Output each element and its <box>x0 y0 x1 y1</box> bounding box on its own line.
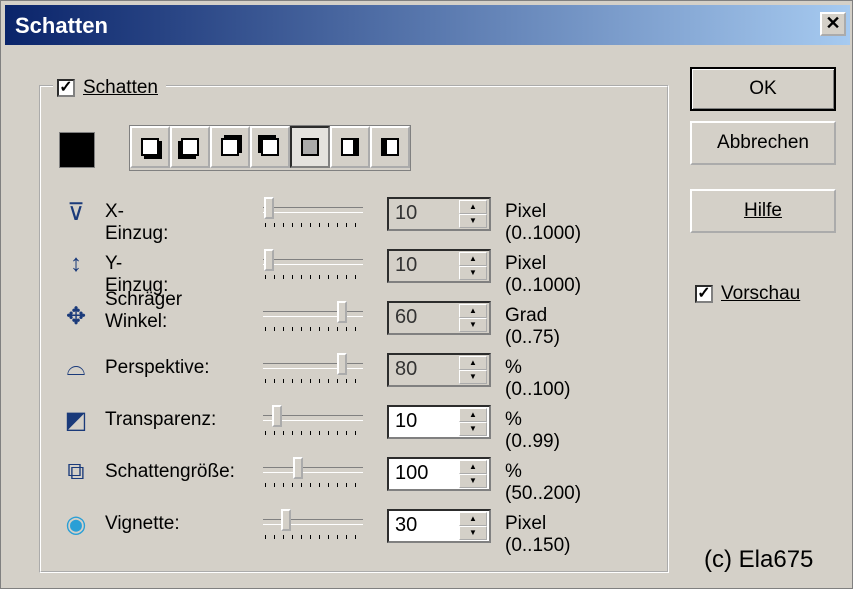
angle-unit: Grad (0..75) <box>505 305 560 348</box>
vignette-slider[interactable] <box>263 509 367 543</box>
shadow-top-left-button[interactable] <box>250 126 290 168</box>
angle-spinbox[interactable]: 60 ▲ ▼ <box>387 301 491 335</box>
shadow-perspective-right-button[interactable] <box>330 126 370 168</box>
x-offset-spinbox[interactable]: 10 ▲ ▼ <box>387 197 491 231</box>
shadow-top-left-icon <box>261 138 279 156</box>
shadow-center-icon <box>301 138 319 156</box>
slider-ticks <box>265 379 361 383</box>
spin-up-button[interactable]: ▲ <box>459 356 487 370</box>
shadow-perspective-left-icon <box>381 138 399 156</box>
angle-label: Schräger Winkel: <box>105 289 183 332</box>
slider-thumb[interactable] <box>337 353 347 375</box>
slider-thumb[interactable] <box>337 301 347 323</box>
slider-thumb[interactable] <box>281 509 291 531</box>
y-offset-unit: Pixel (0..1000) <box>505 253 582 296</box>
slider-ticks <box>265 327 361 331</box>
spin-up-button[interactable]: ▲ <box>459 252 487 266</box>
title-bar: Schatten ✕ <box>5 5 850 45</box>
slider-thumb[interactable] <box>264 249 274 271</box>
close-button[interactable]: ✕ <box>820 12 846 36</box>
slider-ticks <box>265 223 361 227</box>
x-offset-label: X-Einzug: <box>105 201 169 244</box>
vignette-unit: Pixel (0..150) <box>505 513 571 556</box>
shadow-top-right-button[interactable] <box>210 126 250 168</box>
shadow-top-right-icon <box>221 138 239 156</box>
slider-track <box>263 311 363 317</box>
spin-down-button[interactable]: ▼ <box>459 422 487 436</box>
angle-slider[interactable] <box>263 301 367 335</box>
shadow-size-unit: % (50..200) <box>505 461 582 504</box>
preview-option: ✓ Vorschau <box>695 283 800 305</box>
shadow-bottom-left-icon <box>181 138 199 156</box>
spin-up-button[interactable]: ▲ <box>459 460 487 474</box>
slider-ticks <box>265 431 361 435</box>
ok-button[interactable]: OK <box>690 67 836 111</box>
spin-down-button[interactable]: ▼ <box>459 370 487 384</box>
slider-thumb[interactable] <box>272 405 282 427</box>
y-offset-spinbox[interactable]: 10 ▲ ▼ <box>387 249 491 283</box>
spin-down-button[interactable]: ▼ <box>459 318 487 332</box>
shadow-color-swatch[interactable] <box>59 132 95 168</box>
shadow-perspective-right-icon <box>341 138 359 156</box>
watermark-text: (c) Ela675 <box>704 546 814 573</box>
slider-track <box>263 363 363 369</box>
slider-track <box>263 207 363 213</box>
shadow-size-label: Schattengröße: <box>105 461 235 482</box>
shadow-perspective-left-button[interactable] <box>370 126 410 168</box>
slider-ticks <box>265 275 361 279</box>
window-title: Schatten <box>15 13 108 38</box>
spin-up-button[interactable]: ▲ <box>459 304 487 318</box>
transparency-label: Transparenz: <box>105 409 217 430</box>
transparency-unit: % (0..99) <box>505 409 560 452</box>
x-offset-icon: ⊽ <box>67 198 85 226</box>
vignette-spinbox[interactable]: 30 ▲ ▼ <box>387 509 491 543</box>
slider-track <box>263 519 363 525</box>
shadow-group-legend: ✓ Schatten <box>53 74 166 102</box>
spin-up-button[interactable]: ▲ <box>459 200 487 214</box>
shadow-checkbox-label: Schatten <box>83 77 158 98</box>
slider-track <box>263 259 363 265</box>
perspective-spinbox[interactable]: 80 ▲ ▼ <box>387 353 491 387</box>
slider-ticks <box>265 535 361 539</box>
preview-label: Vorschau <box>721 283 801 304</box>
shadow-size-icon: ⧉ <box>67 458 85 485</box>
y-offset-icon: ↕ <box>70 250 82 277</box>
shadow-size-slider[interactable] <box>263 457 367 491</box>
slider-ticks <box>265 483 361 487</box>
cancel-button[interactable]: Abbrechen <box>690 121 836 165</box>
angle-icon: ✥ <box>65 302 87 330</box>
shadow-size-spinbox[interactable]: 100 ▲ ▼ <box>387 457 491 491</box>
spin-down-button[interactable]: ▼ <box>459 266 487 280</box>
shadow-center-button[interactable] <box>290 126 330 168</box>
perspective-icon: ⌓ <box>66 354 86 381</box>
shadow-bottom-right-button[interactable] <box>130 126 170 168</box>
shadow-bottom-right-icon <box>141 138 159 156</box>
shadow-bottom-left-button[interactable] <box>170 126 210 168</box>
vignette-label: Vignette: <box>105 513 180 534</box>
shadow-type-toolbar <box>129 125 411 171</box>
spin-up-button[interactable]: ▲ <box>459 408 487 422</box>
shadow-checkbox[interactable]: ✓ <box>57 79 75 97</box>
x-offset-slider[interactable] <box>263 197 367 231</box>
vignette-icon: ◉ <box>65 510 87 538</box>
y-offset-slider[interactable] <box>263 249 367 283</box>
perspective-label: Perspektive: <box>105 357 210 378</box>
preview-checkbox[interactable]: ✓ <box>695 285 713 303</box>
x-offset-unit: Pixel (0..1000) <box>505 201 582 244</box>
spin-up-button[interactable]: ▲ <box>459 512 487 526</box>
help-button[interactable]: Hilfe <box>690 189 836 233</box>
spin-down-button[interactable]: ▼ <box>459 474 487 488</box>
transparency-slider[interactable] <box>263 405 367 439</box>
transparency-icon: ◩ <box>64 406 88 434</box>
slider-track <box>263 467 363 473</box>
slider-thumb[interactable] <box>264 197 274 219</box>
spin-down-button[interactable]: ▼ <box>459 526 487 540</box>
perspective-unit: % (0..100) <box>505 357 571 400</box>
perspective-slider[interactable] <box>263 353 367 387</box>
slider-thumb[interactable] <box>293 457 303 479</box>
shadow-dialog: Schatten ✕ ✓ Schatten ⊽ X-Einzug: 10 ▲ ▼ P… <box>0 0 853 589</box>
spin-down-button[interactable]: ▼ <box>459 214 487 228</box>
transparency-spinbox[interactable]: 10 ▲ ▼ <box>387 405 491 439</box>
